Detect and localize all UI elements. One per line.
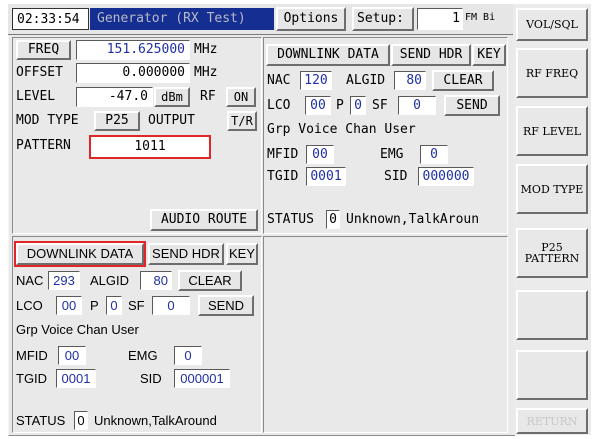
p-field-bottom[interactable]: 0 bbox=[106, 296, 122, 315]
emg-label-bottom: EMG bbox=[128, 348, 158, 363]
grp-voice-label-top: Grp Voice Chan User bbox=[267, 122, 416, 137]
algid-label-top: ALGID bbox=[346, 73, 386, 88]
send-hdr-button-bottom[interactable]: SEND HDR bbox=[148, 243, 224, 265]
softkey-blank-1[interactable] bbox=[516, 290, 588, 340]
softkey-return[interactable]: RETURN bbox=[516, 408, 588, 434]
rf-on-button[interactable]: ON bbox=[226, 87, 256, 107]
level-label: LEVEL bbox=[16, 89, 56, 104]
status-field-bottom: 0 bbox=[74, 411, 88, 430]
softkey-vol-sql[interactable]: VOL/SQL bbox=[516, 8, 588, 41]
sf-field-top[interactable]: 0 bbox=[398, 96, 436, 115]
tgid-label-top: TGID bbox=[267, 169, 299, 184]
setup-number-field[interactable]: 1 bbox=[417, 8, 463, 30]
offset-unit: MHz bbox=[194, 65, 218, 80]
p-label-top: P bbox=[336, 98, 344, 113]
key-button-bottom[interactable]: KEY bbox=[226, 243, 258, 265]
send-button-top[interactable]: SEND bbox=[444, 95, 500, 116]
freq-field[interactable]: 151.625000 bbox=[76, 40, 190, 60]
mfid-label-top: MFID bbox=[267, 147, 299, 162]
key-button-top[interactable]: KEY bbox=[472, 44, 506, 66]
rf-label: RF bbox=[200, 89, 216, 104]
modtype-button[interactable]: P25 bbox=[94, 111, 140, 131]
sf-field-bottom[interactable]: 0 bbox=[152, 296, 190, 315]
nac-label-bottom: NAC bbox=[16, 273, 44, 288]
algid-field-top[interactable]: 80 bbox=[394, 71, 426, 90]
p-field-top[interactable]: 0 bbox=[350, 96, 366, 115]
clear-button-top[interactable]: CLEAR bbox=[432, 70, 494, 91]
status-text-top: Unknown,TalkAroun bbox=[346, 212, 480, 227]
status-label-bottom: STATUS bbox=[16, 413, 66, 428]
emg-label-top: EMG bbox=[380, 147, 404, 162]
algid-label-bottom: ALGID bbox=[90, 273, 130, 288]
level-unit-button[interactable]: dBm bbox=[154, 87, 190, 107]
sf-label-bottom: SF bbox=[128, 298, 145, 313]
send-button-bottom[interactable]: SEND bbox=[198, 295, 254, 316]
mfid-label-bottom: MFID bbox=[16, 348, 48, 363]
output-label: OUTPUT bbox=[148, 113, 195, 128]
setup-button[interactable]: Setup: bbox=[352, 7, 414, 31]
tgid-label-bottom: TGID bbox=[16, 371, 48, 386]
mfid-field-top[interactable]: 00 bbox=[306, 145, 334, 164]
sid-label-top: SID bbox=[384, 169, 408, 184]
pattern-highlight bbox=[89, 135, 211, 159]
p-label-bottom: P bbox=[90, 298, 99, 313]
status-field-top: 0 bbox=[326, 210, 340, 229]
send-hdr-button-top[interactable]: SEND HDR bbox=[391, 44, 471, 66]
nac-label-top: NAC bbox=[267, 73, 291, 88]
clear-button-bottom[interactable]: CLEAR bbox=[178, 270, 242, 291]
lco-field-bottom[interactable]: 00 bbox=[56, 296, 82, 315]
mfid-field-bottom[interactable]: 00 bbox=[58, 346, 86, 365]
algid-field-bottom[interactable]: 80 bbox=[140, 271, 172, 290]
status-label-top: STATUS bbox=[267, 212, 314, 227]
softkey-rf-level[interactable]: RF LEVEL bbox=[516, 106, 588, 156]
pattern-label: PATTERN bbox=[16, 138, 71, 153]
tgid-field-bottom[interactable]: 0001 bbox=[56, 369, 96, 388]
emg-field-top[interactable]: 0 bbox=[420, 145, 448, 164]
sid-field-top[interactable]: 000000 bbox=[418, 167, 474, 186]
clock-display: 02:33:54 bbox=[12, 8, 89, 30]
grp-voice-label-bottom: Grp Voice Chan User bbox=[16, 322, 139, 337]
status-text-bottom: Unknown,TalkAround bbox=[94, 413, 217, 428]
downlink-highlight bbox=[14, 241, 146, 267]
empty-panel bbox=[263, 236, 508, 433]
screen-title: Generator (RX Test) bbox=[90, 8, 274, 30]
setup-mode-label: FM Bi bbox=[465, 12, 496, 23]
sid-label-bottom: SID bbox=[140, 371, 162, 386]
emg-field-bottom[interactable]: 0 bbox=[174, 346, 202, 365]
freq-unit: MHz bbox=[194, 42, 218, 57]
downlink-data-button-top[interactable]: DOWNLINK DATA bbox=[266, 44, 390, 66]
nac-field-bottom[interactable]: 293 bbox=[48, 271, 80, 290]
softkey-blank-2[interactable] bbox=[516, 350, 588, 400]
nac-field-top[interactable]: 120 bbox=[300, 71, 332, 90]
sid-field-bottom[interactable]: 000001 bbox=[174, 369, 230, 388]
offset-field[interactable]: 0.000000 bbox=[76, 63, 190, 83]
options-button[interactable]: Options bbox=[276, 7, 346, 31]
lco-label-bottom: LCO bbox=[16, 298, 43, 313]
tgid-field-top[interactable]: 0001 bbox=[306, 167, 346, 186]
lco-label-top: LCO bbox=[267, 98, 291, 113]
audio-route-button[interactable]: AUDIO ROUTE bbox=[150, 209, 258, 231]
freq-button[interactable]: FREQ bbox=[16, 40, 71, 60]
modtype-label: MOD TYPE bbox=[16, 113, 79, 128]
output-button[interactable]: T/R bbox=[227, 111, 257, 131]
softkey-rf-freq[interactable]: RF FREQ bbox=[516, 48, 588, 98]
level-field[interactable]: -47.0 bbox=[76, 87, 153, 107]
softkey-mod-type[interactable]: MOD TYPE bbox=[516, 164, 588, 214]
sf-label-top: SF bbox=[372, 98, 388, 113]
offset-label: OFFSET bbox=[16, 65, 63, 80]
lco-field-top[interactable]: 00 bbox=[305, 96, 331, 115]
softkey-p25-pattern[interactable]: P25 PATTERN bbox=[516, 228, 588, 278]
